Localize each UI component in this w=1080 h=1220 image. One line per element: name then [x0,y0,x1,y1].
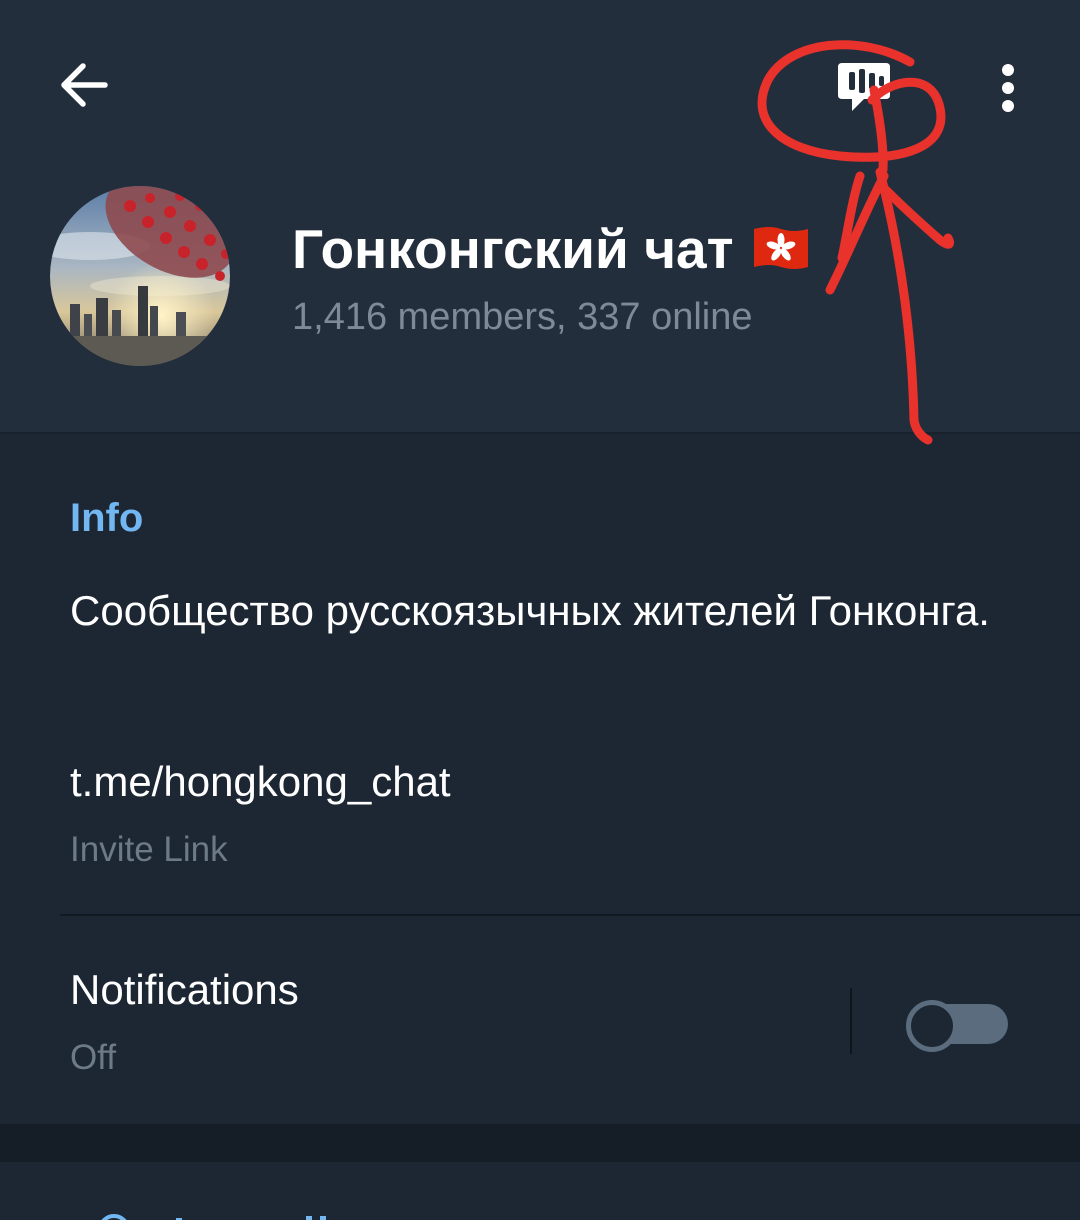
group-avatar[interactable] [50,186,230,366]
notifications-row[interactable]: Notifications Off [0,916,1080,1124]
notifications-divider [850,988,852,1054]
hong-kong-flag-icon [753,227,808,269]
info-heading: Info [70,496,144,540]
more-options-button[interactable] [975,50,1041,126]
more-vertical-icon [1002,64,1014,112]
toggle-knob [906,1000,958,1052]
notifications-title: Notifications [70,966,299,1013]
invite-link[interactable]: t.me/hongkong_chat [70,754,451,810]
section-gap [0,1124,1080,1162]
voice-chat-button[interactable] [826,50,902,126]
group-title-row: Гонконгский чат [292,214,812,284]
notifications-toggle[interactable] [902,996,1012,1052]
notifications-value: Off [70,1038,117,1077]
arrow-left-icon [61,63,108,107]
group-description[interactable]: Сообщество русскоязычных жителей Гонконг… [70,582,1010,640]
voice-chat-icon [838,63,890,111]
avatar-image [50,186,230,366]
profile-header: Гонконгский чат 1,416 members, 337 onlin… [0,0,1080,432]
invite-link-label: Invite Link [70,830,228,869]
back-button[interactable] [50,52,116,118]
next-section-partial [0,1162,1080,1220]
cut-off-row-glyphs [101,1214,326,1220]
group-title: Гонконгский чат [292,218,734,280]
group-subtitle: 1,416 members, 337 online [292,296,753,338]
group-profile-screen: Гонконгский чат 1,416 members, 337 onlin… [0,0,1080,1220]
